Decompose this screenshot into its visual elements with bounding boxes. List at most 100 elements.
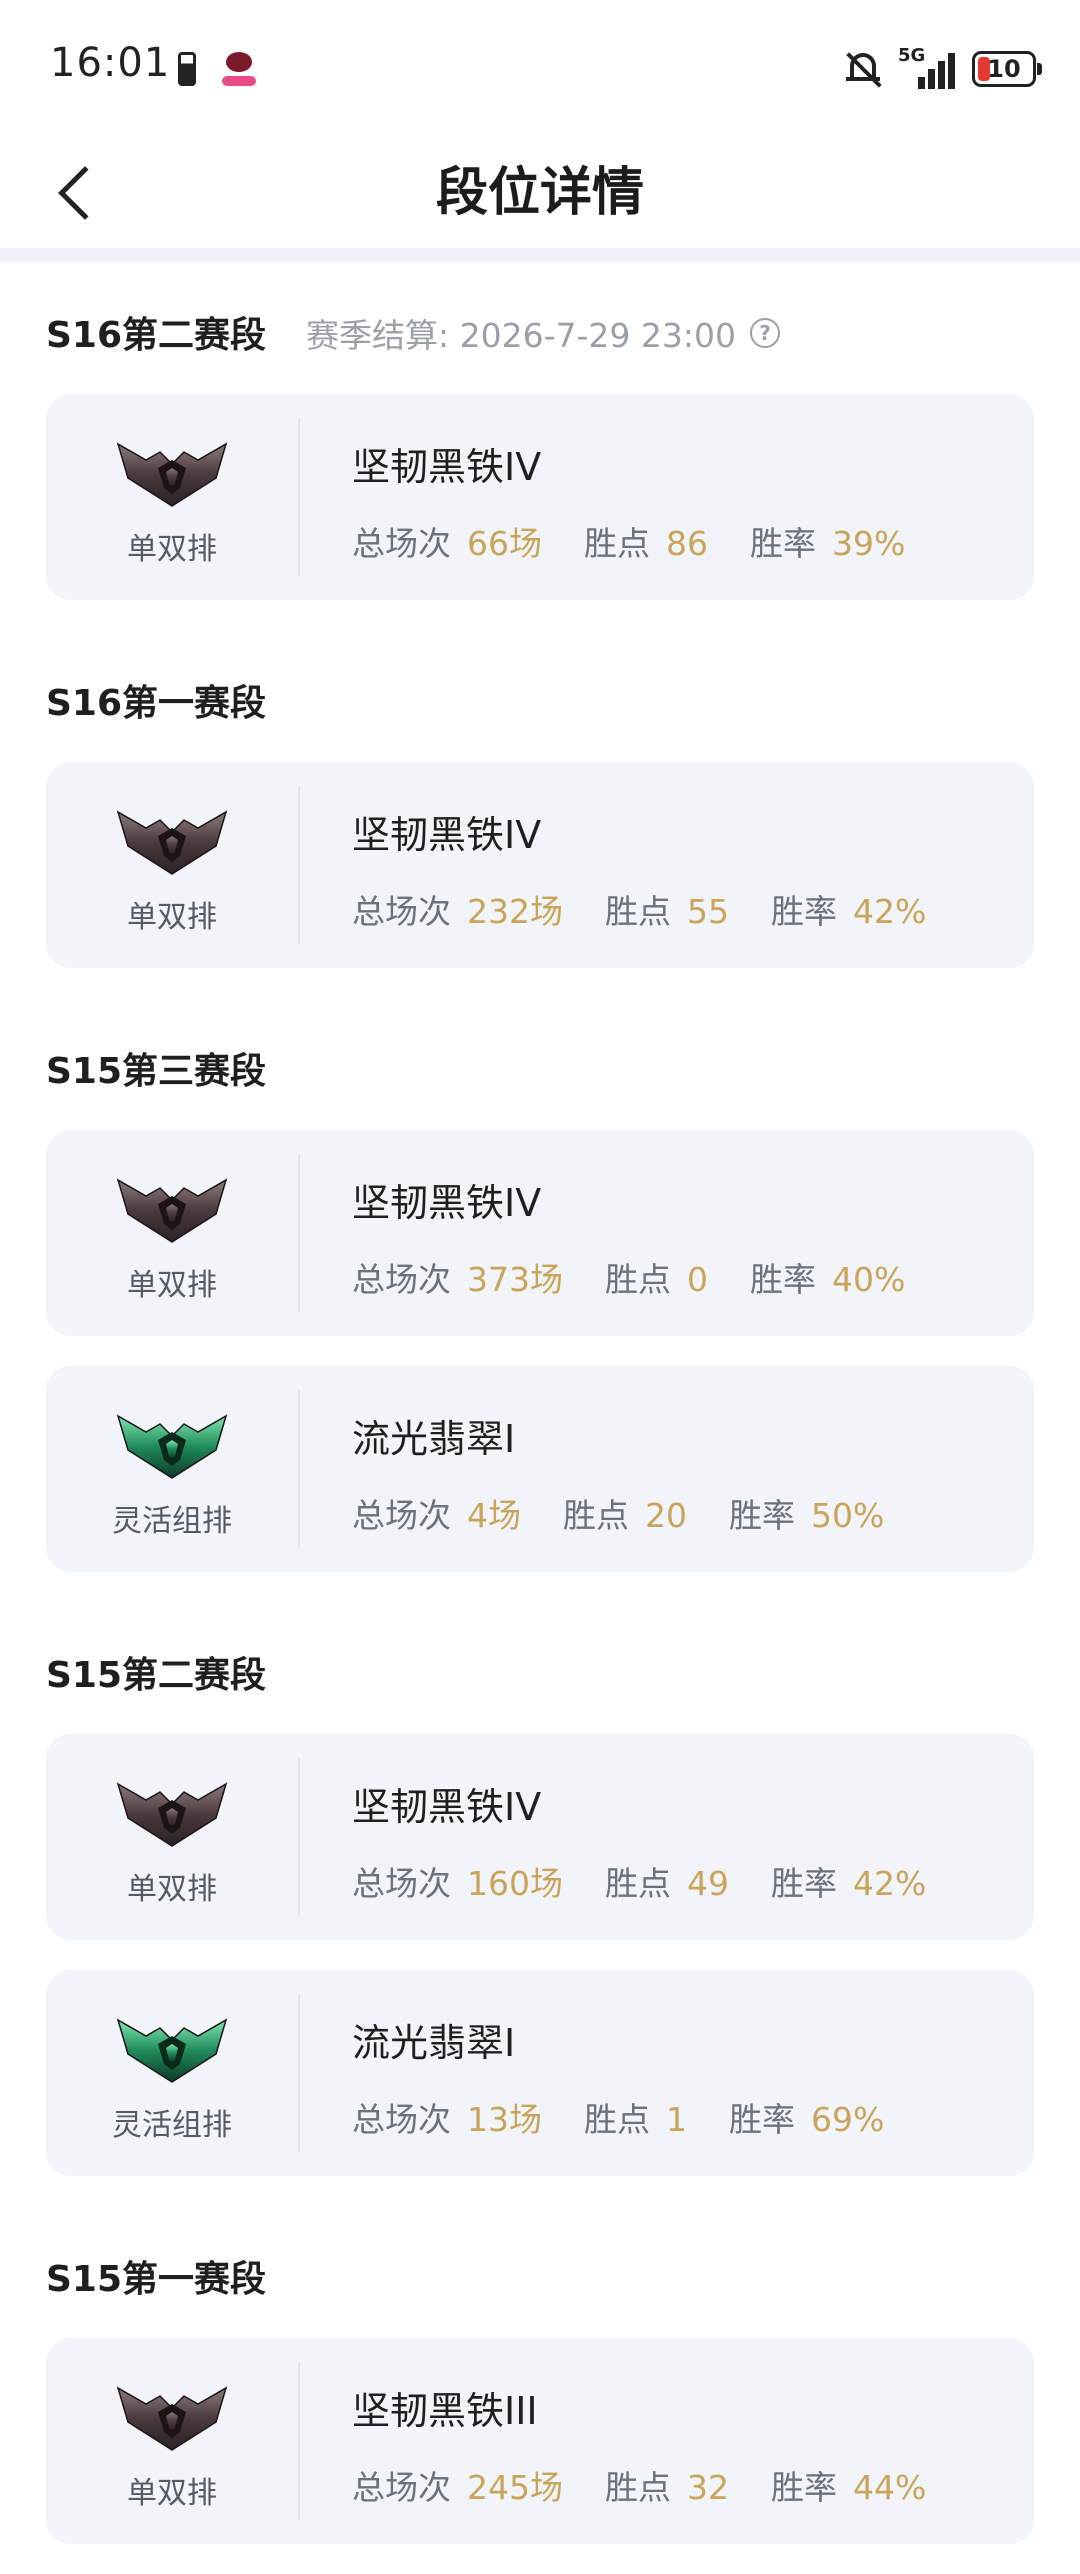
total-games-value: 160场 (467, 1864, 563, 1903)
win-rate-label: 胜率 (729, 2100, 795, 2139)
page-title: 段位详情 (435, 163, 644, 223)
win-rate-value: 40% (832, 1260, 906, 1299)
total-games-value: 245场 (467, 2468, 563, 2507)
total-games-value: 66场 (467, 524, 542, 563)
season-title: S15第三赛段 (46, 1051, 267, 1092)
total-games-label: 总场次 (352, 524, 451, 563)
signal-icon: 5G (898, 45, 956, 91)
win-rate-label: 胜率 (729, 1496, 795, 1535)
lp-label: 胜点 (605, 1864, 671, 1903)
season-end-text: 赛季结算: 2026-7-29 23:00? (306, 309, 781, 357)
rank-name: 坚韧黑铁IV (352, 813, 542, 857)
season-title: S16第一赛段 (46, 683, 267, 724)
rank-stats: 总场次 4场 胜点 20 胜率 50% (352, 1489, 926, 1537)
queue-block: 单双排 (46, 2362, 300, 2520)
total-games-value: 13场 (467, 2100, 542, 2139)
queue-label: 单双排 (127, 1872, 217, 1907)
lp-label: 胜点 (584, 2100, 650, 2139)
win-rate-value: 69% (811, 2100, 885, 2139)
rank-info: 流光翡翠I 总场次 4场 胜点 20 胜率 50% (352, 1408, 926, 1537)
network-type: 5G (898, 45, 926, 66)
lp-value: 1 (666, 2100, 687, 2139)
season-title: S15第二赛段 (46, 1655, 267, 1696)
rank-stats: 总场次 66场 胜点 86 胜率 39% (352, 517, 947, 565)
win-rate-value: 42% (853, 1864, 927, 1903)
win-rate-value: 42% (853, 892, 927, 931)
status-bar: 16:01 5G 10 (0, 0, 1080, 140)
total-games-label: 总场次 (352, 2100, 451, 2139)
season-title: S15第一赛段 (46, 2259, 267, 2300)
win-rate-label: 胜率 (771, 1864, 837, 1903)
rank-stats: 总场次 13场 胜点 1 胜率 69% (352, 2093, 926, 2141)
iron-rank-emblem-icon (116, 1178, 228, 1243)
app-icon (220, 48, 258, 90)
iron-rank-emblem-icon (116, 2386, 228, 2451)
total-games-value: 4场 (467, 1496, 521, 1535)
rank-card[interactable]: 单双排 坚韧黑铁IV 总场次 66场 胜点 86 胜率 39% (46, 394, 1034, 600)
rank-name: 流光翡翠I (352, 1417, 516, 1461)
win-rate-value: 39% (832, 524, 906, 563)
season-end-label: 赛季结算: 2026-7-29 23:00 (306, 316, 737, 355)
total-games-label: 总场次 (352, 1260, 451, 1299)
rank-card[interactable]: 灵活组排 流光翡翠I 总场次 4场 胜点 20 胜率 50% (46, 1366, 1034, 1572)
total-games-value: 373场 (467, 1260, 563, 1299)
status-time: 16:01 (50, 40, 171, 86)
total-games-label: 总场次 (352, 892, 451, 931)
emerald-rank-emblem-icon (116, 2018, 228, 2083)
iron-rank-emblem-icon (116, 442, 228, 507)
season-header: S16第一赛段 (46, 630, 1034, 762)
lp-value: 86 (666, 524, 708, 563)
rank-info: 坚韧黑铁III 总场次 245场 胜点 32 胜率 44% (352, 2380, 968, 2509)
lp-label: 胜点 (563, 1496, 629, 1535)
season-header: S16第二赛段 赛季结算: 2026-7-29 23:00? (46, 262, 1034, 394)
rank-name: 坚韧黑铁IV (352, 445, 542, 489)
header-divider (0, 248, 1080, 262)
rank-card[interactable]: 单双排 坚韧黑铁III 总场次 245场 胜点 32 胜率 44% (46, 2338, 1034, 2544)
rank-info: 坚韧黑铁IV 总场次 232场 胜点 55 胜率 42% (352, 804, 968, 933)
lp-label: 胜点 (605, 892, 671, 931)
rank-name: 坚韧黑铁IV (352, 1785, 542, 1829)
rank-card[interactable]: 单双排 坚韧黑铁IV 总场次 160场 胜点 49 胜率 42% (46, 1734, 1034, 1940)
lp-value: 32 (687, 2468, 729, 2507)
lp-value: 55 (687, 892, 729, 931)
win-rate-label: 胜率 (750, 524, 816, 563)
lp-value: 20 (645, 1496, 687, 1535)
lp-value: 49 (687, 1864, 729, 1903)
win-rate-label: 胜率 (771, 2468, 837, 2507)
battery-level: 10 (987, 55, 1021, 83)
rank-card[interactable]: 单双排 坚韧黑铁IV 总场次 232场 胜点 55 胜率 42% (46, 762, 1034, 968)
rank-card[interactable]: 灵活组排 流光翡翠I 总场次 13场 胜点 1 胜率 69% (46, 1970, 1034, 2176)
lp-label: 胜点 (584, 524, 650, 563)
total-games-label: 总场次 (352, 2468, 451, 2507)
status-icons: 5G 10 (844, 44, 1042, 94)
win-rate-value: 44% (853, 2468, 927, 2507)
rank-info: 坚韧黑铁IV 总场次 373场 胜点 0 胜率 40% (352, 1172, 947, 1301)
rank-stats: 总场次 160场 胜点 49 胜率 42% (352, 1857, 968, 1905)
rank-stats: 总场次 373场 胜点 0 胜率 40% (352, 1253, 947, 1301)
queue-label: 灵活组排 (112, 2108, 232, 2143)
queue-block: 单双排 (46, 786, 300, 944)
battery-icon: 10 (972, 51, 1042, 87)
season-title: S16第二赛段 (46, 315, 267, 356)
season-header: S15第二赛段 (46, 1602, 1034, 1734)
emerald-rank-emblem-icon (116, 1414, 228, 1479)
battery-small-icon (178, 52, 196, 86)
rank-card[interactable]: 单双排 坚韧黑铁IV 总场次 373场 胜点 0 胜率 40% (46, 1130, 1034, 1336)
queue-block: 灵活组排 (46, 1390, 300, 1548)
rank-history-list: S16第二赛段 赛季结算: 2026-7-29 23:00? 单双排 坚韧黑铁IV 总场… (46, 262, 1034, 2574)
rank-info: 坚韧黑铁IV 总场次 66场 胜点 86 胜率 39% (352, 436, 947, 565)
lp-value: 0 (687, 1260, 708, 1299)
iron-rank-emblem-icon (116, 810, 228, 875)
rank-info: 流光翡翠I 总场次 13场 胜点 1 胜率 69% (352, 2012, 926, 2141)
rank-name: 坚韧黑铁III (352, 2389, 538, 2433)
help-icon[interactable]: ? (750, 318, 781, 348)
queue-block: 单双排 (46, 1758, 300, 1916)
lp-label: 胜点 (605, 2468, 671, 2507)
season-header: S15第三赛段 (46, 998, 1034, 1130)
header: 段位详情 (0, 140, 1080, 248)
queue-label: 单双排 (127, 900, 217, 935)
queue-label: 单双排 (127, 2476, 217, 2511)
total-games-value: 232场 (467, 892, 563, 931)
iron-rank-emblem-icon (116, 1782, 228, 1847)
queue-label: 单双排 (127, 1268, 217, 1303)
